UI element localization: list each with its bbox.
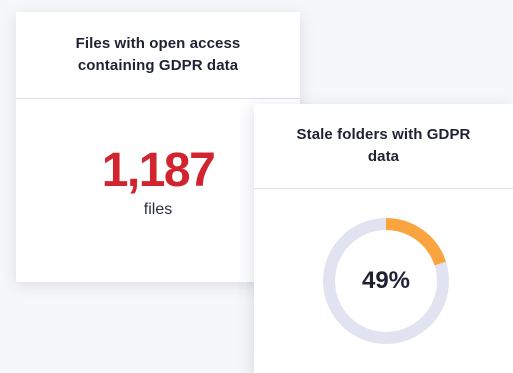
card-title: Files with open access containing GDPR d… [75, 35, 241, 74]
percent-label: 49% [361, 267, 411, 294]
card-title: Stale folders with GDPR data [296, 126, 471, 165]
percent-donut-chart: 49% [320, 215, 452, 347]
card-header: Stale folders with GDPR data [254, 104, 513, 189]
card-header: Files with open access containing GDPR d… [16, 12, 300, 99]
stale-folders-card: Stale folders with GDPR data 49% [254, 104, 513, 373]
